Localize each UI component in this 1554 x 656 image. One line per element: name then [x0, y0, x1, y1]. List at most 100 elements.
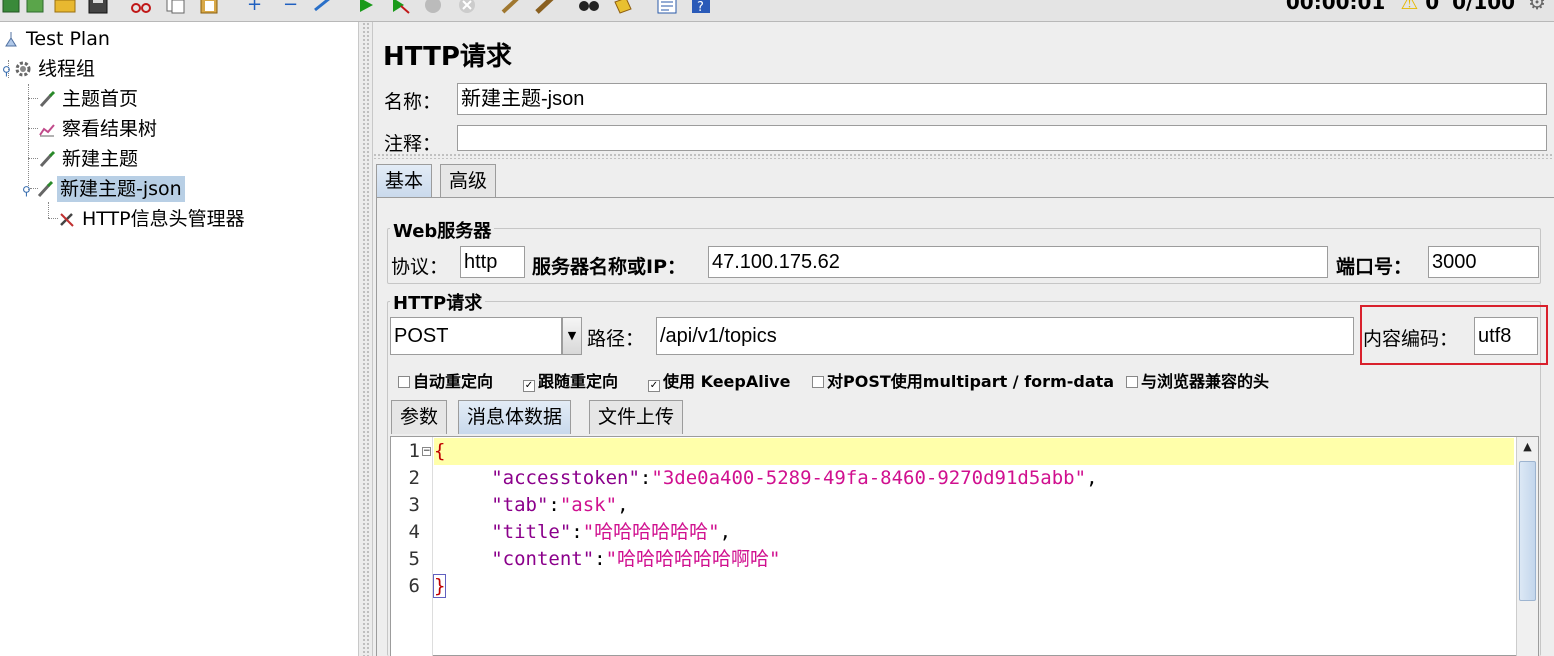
tree-node-config[interactable]: HTTP信息头管理器: [58, 206, 248, 232]
tree-node-label: 主题首页: [62, 88, 139, 110]
tree-node-label: 新建主题-json: [57, 176, 185, 202]
scroll-up-icon[interactable]: ▲: [1517, 437, 1538, 457]
tree-node-sampler[interactable]: 主题首页: [38, 86, 141, 112]
thread-count: 0/100: [1452, 0, 1516, 14]
svg-text:−: −: [283, 0, 298, 14]
tree-node-thread-group[interactable]: ⚲ 线程组: [2, 56, 98, 82]
tree-node-label: 察看结果树: [62, 118, 158, 140]
comment-label: 注释：: [384, 133, 442, 155]
expand-icon[interactable]: +: [241, 0, 267, 15]
comment-input[interactable]: [457, 125, 1547, 151]
stop-icon[interactable]: [420, 0, 446, 14]
editor-scrollbar[interactable]: ▲: [1516, 437, 1538, 656]
help-icon[interactable]: ?: [688, 0, 714, 15]
port-label: 端口号：: [1336, 256, 1413, 278]
line-number: 2: [408, 467, 420, 489]
chart-icon: [38, 119, 56, 137]
code-line: "title":"哈哈哈哈哈哈",: [491, 521, 732, 543]
tree-node-sampler-selected[interactable]: ⚲ 新建主题-json: [22, 176, 185, 202]
code-line: }: [432, 574, 447, 598]
gear-icon: [14, 59, 32, 77]
tab-basic[interactable]: 基本: [376, 164, 433, 198]
line-number: 4: [408, 521, 420, 543]
name-input[interactable]: 新建主题-json: [457, 83, 1547, 115]
http-request-panel: HTTP请求 名称： 新建主题-json 注释： 基本 高级 Web服务器 协议…: [373, 22, 1554, 656]
line-number: 3: [408, 494, 420, 516]
save-icon[interactable]: [86, 0, 112, 14]
run-status: 00:00:01 ⚠ 0 0/100 ⚙: [1286, 0, 1546, 14]
pipette-icon: [38, 89, 56, 108]
jmeter-window: + − ? 00:00:01 ⚠ 0 0/100 ⚙ Test Plan ⚲ 线…: [0, 0, 1554, 656]
tab-file-upload[interactable]: 文件上传: [589, 400, 684, 434]
reset-search-icon[interactable]: [610, 0, 636, 14]
elapsed-timer: 00:00:01: [1285, 0, 1386, 14]
start-icon[interactable]: [353, 0, 379, 14]
code-line: "accesstoken":"3de0a400-5289-49fa-8460-9…: [491, 467, 1098, 489]
tree-node-label: 线程组: [38, 58, 96, 80]
start-no-pause-icon[interactable]: [387, 0, 413, 14]
tab-body-data[interactable]: 消息体数据: [458, 400, 572, 434]
path-label: 路径：: [587, 328, 645, 350]
web-server-title: Web服务器: [390, 217, 495, 243]
open-folder-icon[interactable]: [52, 0, 78, 14]
line-number: 5: [408, 548, 420, 570]
line-number-gutter: 1 − 2 3 4 5 6: [391, 437, 433, 656]
follow-redirect-checkbox[interactable]: ✓ 跟随重定向: [523, 368, 618, 392]
tree-node-label: 新建主题: [62, 148, 139, 170]
method-select[interactable]: POST: [390, 317, 562, 355]
paste-icon[interactable]: [197, 0, 223, 14]
tab-advanced[interactable]: 高级: [440, 164, 497, 198]
vertical-split-divider[interactable]: [373, 153, 1554, 159]
tree-node-sampler[interactable]: 新建主题: [38, 146, 141, 172]
line-number: 1: [408, 440, 420, 462]
new-plan-icon[interactable]: [22, 0, 48, 14]
tree-expand-handle[interactable]: ⚲: [2, 58, 14, 84]
copy-icon[interactable]: [163, 0, 189, 14]
code-line: "content":"哈哈哈哈哈哈啊哈": [491, 548, 781, 570]
line-number: 6: [408, 575, 420, 597]
function-helper-icon[interactable]: [654, 0, 680, 14]
protocol-label: 协议：: [391, 256, 449, 278]
pipette-icon: [36, 179, 54, 198]
remote-status-icon: ⚙: [1528, 0, 1546, 14]
warning-icon[interactable]: ⚠: [1400, 0, 1418, 14]
wrench-icon: [58, 209, 76, 227]
tree-node-label: Test Plan: [26, 28, 110, 50]
cut-icon[interactable]: [128, 0, 154, 14]
test-plan-tree: Test Plan ⚲ 线程组 主题首页 察看结果树 新建主题 ⚲ 新建主题-jso…: [0, 22, 359, 656]
body-data-editor[interactable]: 1 − 2 3 4 5 6 { "accesstoken":"3de0a400-…: [390, 436, 1539, 656]
browser-compatible-headers-checkbox[interactable]: 与浏览器兼容的头: [1126, 368, 1269, 392]
server-label: 服务器名称或IP：: [532, 256, 686, 278]
clear-all-icon[interactable]: [532, 0, 558, 14]
tree-node-listener[interactable]: 察看结果树: [38, 116, 160, 142]
code-line: "tab":"ask",: [491, 494, 629, 516]
page-title: HTTP请求: [383, 42, 512, 72]
tab-parameters[interactable]: 参数: [391, 400, 448, 434]
toolbar: + − ? 00:00:01 ⚠ 0 0/100 ⚙: [0, 0, 1554, 22]
toggle-icon[interactable]: [310, 0, 336, 14]
svg-text:?: ?: [697, 0, 704, 14]
fold-icon[interactable]: −: [422, 447, 431, 456]
collapse-icon[interactable]: −: [276, 0, 302, 15]
protocol-input[interactable]: http: [460, 246, 525, 278]
server-input[interactable]: 47.100.175.62: [708, 246, 1328, 278]
auto-redirect-checkbox[interactable]: 自动重定向: [398, 368, 493, 392]
svg-text:+: +: [247, 0, 262, 14]
test-plan-icon: [2, 29, 20, 47]
tree-node-test-plan[interactable]: Test Plan: [2, 26, 113, 52]
code-line: {: [434, 438, 1514, 465]
warning-count: 0: [1425, 0, 1440, 14]
chevron-down-icon[interactable]: ▼: [562, 317, 582, 355]
tree-node-label: HTTP信息头管理器: [82, 208, 245, 230]
tree-expand-handle[interactable]: ⚲: [22, 178, 36, 204]
name-label: 名称：: [384, 91, 442, 113]
path-input[interactable]: /api/v1/topics: [656, 317, 1354, 355]
port-input[interactable]: 3000: [1428, 246, 1539, 278]
split-pane-divider[interactable]: [359, 22, 373, 656]
keepalive-checkbox[interactable]: ✓ 使用 KeepAlive: [648, 368, 790, 392]
shutdown-icon[interactable]: [454, 0, 480, 14]
search-icon[interactable]: [576, 0, 602, 14]
multipart-checkbox[interactable]: 对POST使用multipart / form-data: [812, 368, 1114, 392]
clear-icon[interactable]: [498, 0, 524, 14]
scroll-thumb[interactable]: [1519, 461, 1536, 601]
